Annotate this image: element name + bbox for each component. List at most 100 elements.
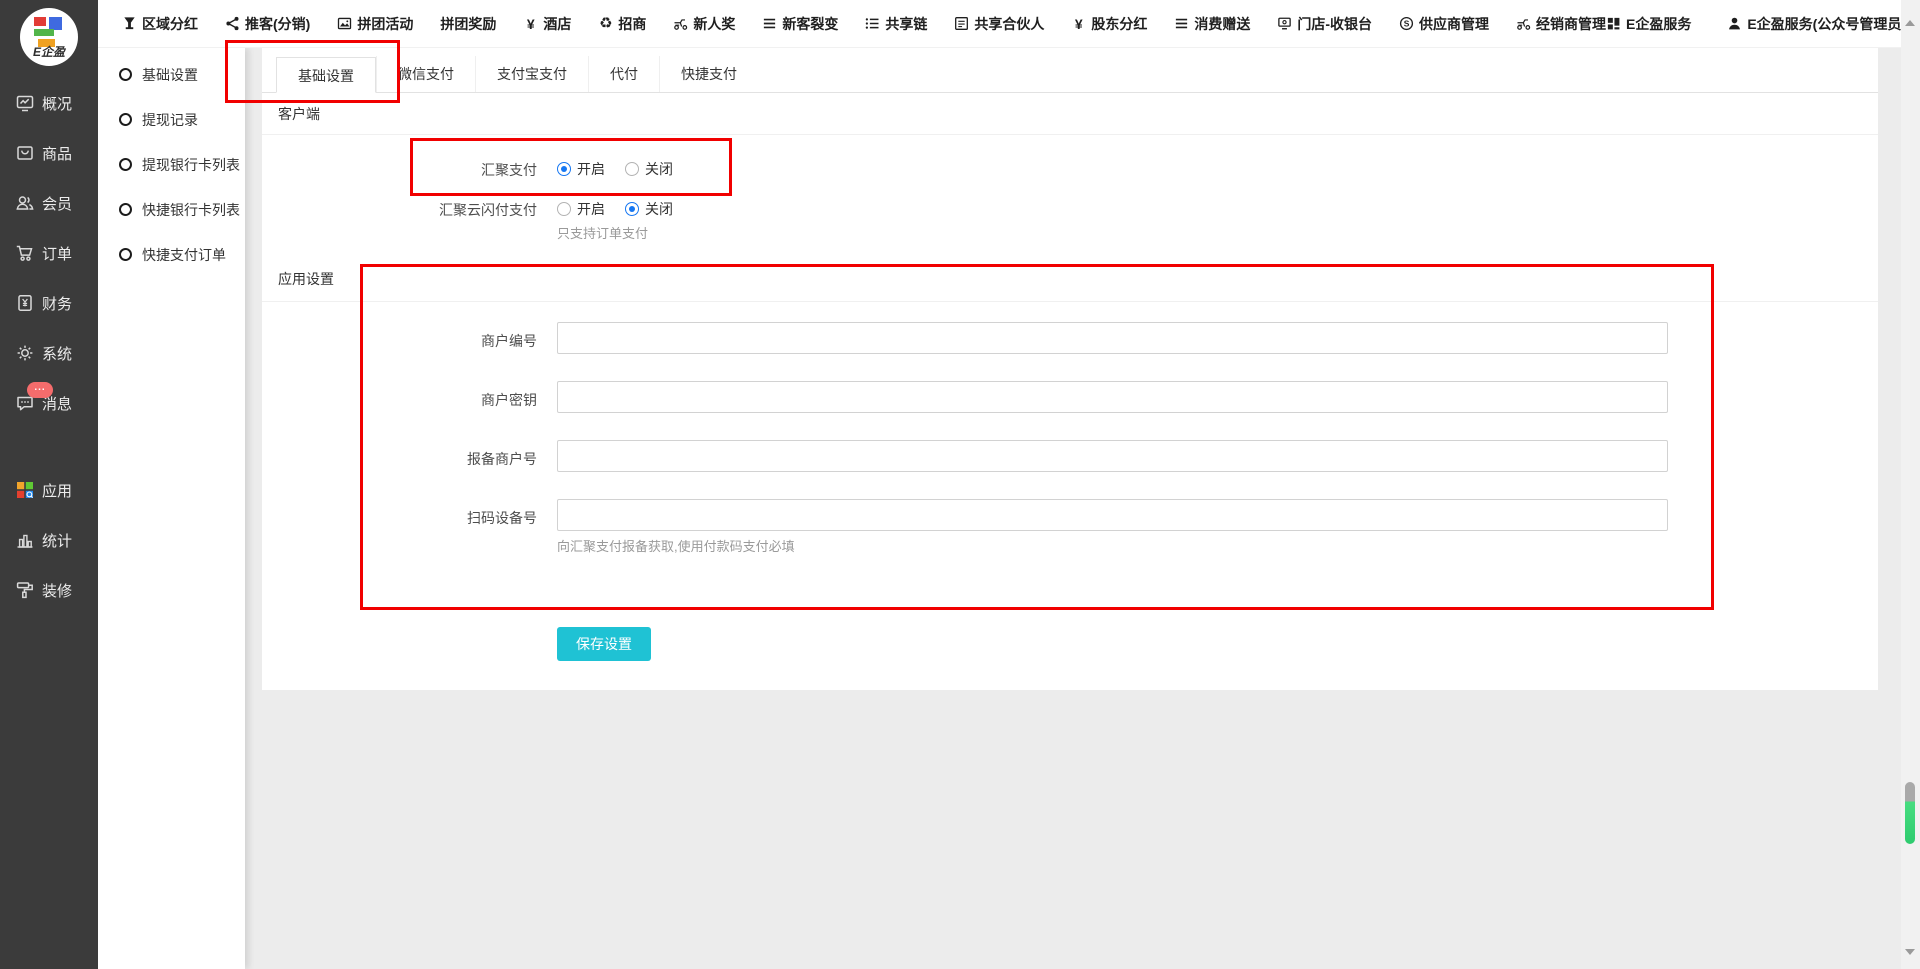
scan-device-no-input[interactable]: [557, 499, 1668, 531]
radio-dot-icon: [557, 162, 571, 176]
sidebar-item-label: 装修: [42, 580, 72, 601]
submenu-item-label: 基础设置: [142, 65, 198, 85]
field-label: 商户编号: [262, 322, 537, 351]
share-icon: [225, 16, 240, 31]
tab[interactable]: 基础设置: [276, 57, 376, 93]
sidebar-item-stats[interactable]: 统计: [0, 515, 98, 565]
submenu-item[interactable]: 提现银行卡列表: [98, 142, 245, 187]
topnav-item[interactable]: ♻ 招商: [598, 14, 646, 34]
topnav-item-label: 酒店: [543, 14, 571, 34]
sidebar-item-message[interactable]: ...消息: [0, 378, 98, 428]
sidebar-item-label: 系统: [42, 343, 72, 364]
tab-label: 快捷支付: [681, 66, 737, 82]
topnav-item-label: E企盈服务: [1626, 14, 1691, 34]
topnav-item[interactable]: 共享链: [865, 14, 927, 34]
topnav-item[interactable]: 经销商管理: [1516, 14, 1606, 34]
toggle-label: 汇聚云闪付支付: [262, 191, 537, 220]
radio-option[interactable]: 关闭: [625, 199, 673, 219]
scroll-thumb[interactable]: [1905, 782, 1915, 844]
system-icon: [15, 343, 35, 363]
topnav-item[interactable]: 消费赠送: [1174, 14, 1250, 34]
topnav-item[interactable]: 拼团活动: [337, 14, 413, 34]
field-label: 商户密钥: [262, 381, 537, 410]
save-settings-button[interactable]: 保存设置: [557, 627, 651, 661]
goblet-icon: [122, 16, 137, 31]
topnav-right: E企盈服务 E企盈服务(公众号管理员): [1606, 14, 1906, 34]
recycle-icon: ♻: [598, 16, 613, 31]
apps-icon: [15, 480, 35, 500]
section-title-app: 应用设置: [262, 256, 1878, 302]
sidebar-item-members[interactable]: 会员: [0, 178, 98, 228]
register-icon: [1277, 16, 1292, 31]
merchant-no-input[interactable]: [557, 322, 1668, 354]
topnav-right-item[interactable]: E企盈服务: [1606, 14, 1691, 34]
sidebar-item-overview[interactable]: 概况: [0, 78, 98, 128]
main-sidebar: E企盈 概况商品会员订单财务系统 ...消息应用统计装修: [0, 0, 98, 969]
brand-logo[interactable]: E企盈: [20, 8, 78, 66]
topnav-item[interactable]: 共享合伙人: [954, 14, 1044, 34]
submenu-item[interactable]: 快捷支付订单: [98, 232, 245, 277]
circle-o-icon: [119, 158, 132, 171]
topnav-item[interactable]: 新人奖: [673, 14, 735, 34]
topnav-item-label: 招商: [618, 14, 646, 34]
topnav-item[interactable]: S供应商管理: [1399, 14, 1489, 34]
topnav-item[interactable]: ¥酒店: [523, 14, 571, 34]
field-row: 报备商户号: [262, 440, 1878, 472]
s-circle-icon: S: [1399, 16, 1414, 31]
submenu: 基础设置提现记录提现银行卡列表快捷银行卡列表快捷支付订单: [98, 48, 245, 969]
topnav-right-item[interactable]: E企盈服务(公众号管理员): [1727, 14, 1906, 34]
tab[interactable]: 快捷支付: [659, 56, 758, 92]
svg-text:S: S: [1404, 19, 1410, 29]
topnav-item-label: E企盈服务(公众号管理员): [1747, 14, 1906, 34]
topnav-item-label: 经销商管理: [1536, 14, 1606, 34]
sidebar-item-apps[interactable]: 应用: [0, 465, 98, 515]
sidebar-item-label: 统计: [42, 530, 72, 551]
tab[interactable]: 代付: [588, 56, 659, 92]
sidebar-item-label: 会员: [42, 193, 72, 214]
report-merchant-no-input[interactable]: [557, 440, 1668, 472]
sidebar-item-paint-roller[interactable]: 装修: [0, 565, 98, 615]
scroll-down-arrow[interactable]: [1905, 949, 1915, 955]
sidebar-item-orders[interactable]: 订单: [0, 228, 98, 278]
tabbar: 基础设置 微信支付 支付宝支付 代付 快捷支付: [262, 57, 1878, 93]
circle-o-icon: [119, 203, 132, 216]
image-icon: [337, 16, 352, 31]
main-sidebar-nav: 概况商品会员订单财务系统 ...消息应用统计装修: [0, 78, 98, 615]
topnav-item-label: 新人奖: [693, 14, 735, 34]
topnav-item[interactable]: 推客(分销): [225, 14, 310, 34]
topnav-item-label: 共享合伙人: [974, 14, 1044, 34]
radio-option[interactable]: 开启: [557, 199, 605, 219]
submenu-item[interactable]: 快捷银行卡列表: [98, 187, 245, 232]
radio-option-label: 关闭: [645, 199, 673, 219]
topnav-item[interactable]: 新客裂变: [762, 14, 838, 34]
sidebar-item-finance[interactable]: 财务: [0, 278, 98, 328]
sidebar-item-system[interactable]: 系统: [0, 328, 98, 378]
vertical-scrollbar[interactable]: [1901, 0, 1920, 969]
topnav-item[interactable]: 拼团奖励: [440, 14, 496, 34]
tab-label: 基础设置: [298, 68, 354, 84]
submenu-item[interactable]: 提现记录: [98, 97, 245, 142]
tab-label: 支付宝支付: [497, 66, 567, 82]
topnav-item[interactable]: 门店-收银台: [1277, 14, 1372, 34]
field-hint: 向汇聚支付报备获取,使用付款码支付必填: [557, 536, 1668, 555]
toggle-rows: 汇聚支付开启关闭汇聚云闪付支付开启关闭只支持订单支付: [262, 151, 1878, 242]
sidebar-item-goods[interactable]: 商品: [0, 128, 98, 178]
app-root: E企盈 概况商品会员订单财务系统 ...消息应用统计装修 区域分红 推客(分销) 拼团…: [0, 0, 1920, 969]
scooter-icon: [1516, 16, 1531, 31]
radio-option[interactable]: 关闭: [625, 159, 673, 179]
field-row: 商户密钥: [262, 381, 1878, 413]
stats-icon: [15, 530, 35, 550]
panel-icon: [954, 16, 969, 31]
topnav-item[interactable]: 区域分红: [122, 14, 198, 34]
circle-o-icon: [119, 68, 132, 81]
merchant-key-input[interactable]: [557, 381, 1668, 413]
submenu-item[interactable]: 基础设置: [98, 52, 245, 97]
submenu-list: 基础设置提现记录提现银行卡列表快捷银行卡列表快捷支付订单: [98, 52, 245, 277]
tab[interactable]: 微信支付: [376, 56, 475, 92]
toggle-row: 汇聚支付开启关闭: [262, 151, 1878, 191]
scroll-up-arrow[interactable]: [1905, 20, 1915, 26]
tab[interactable]: 支付宝支付: [475, 56, 588, 92]
topnav-item-label: 股东分红: [1091, 14, 1147, 34]
radio-option[interactable]: 开启: [557, 159, 605, 179]
topnav-item[interactable]: ¥股东分红: [1071, 14, 1147, 34]
